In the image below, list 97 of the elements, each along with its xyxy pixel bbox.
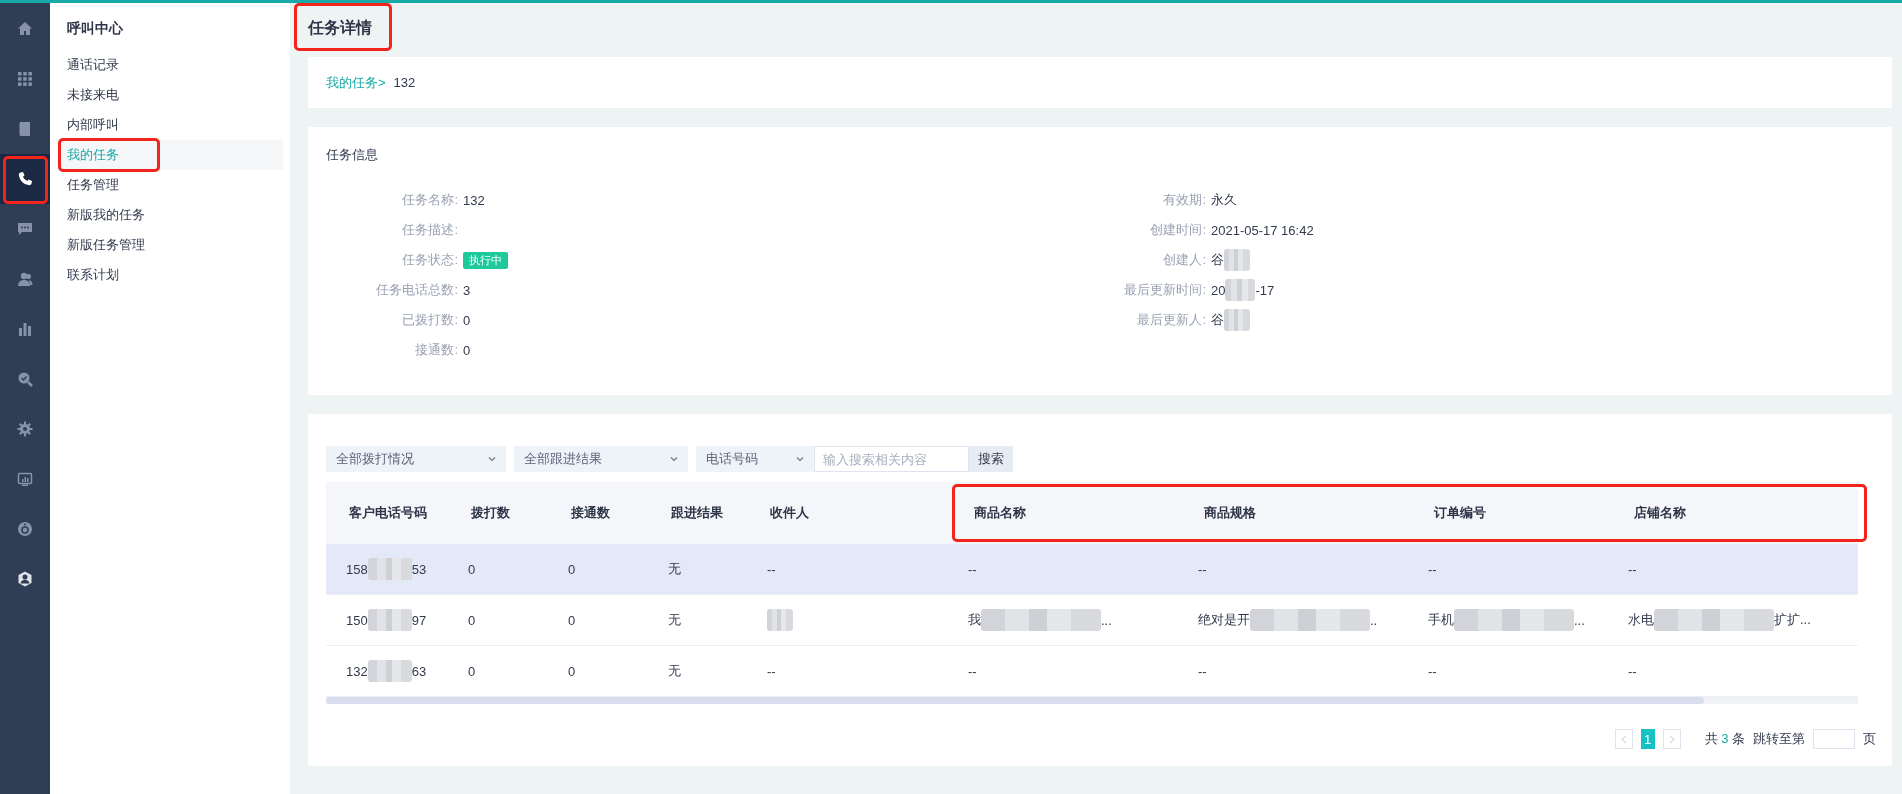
book-icon (17, 121, 33, 137)
table-cell: 0 (568, 561, 576, 577)
field-label: 最后更新时间: (1123, 281, 1207, 299)
home-icon (17, 21, 33, 37)
column-header: 订单编号 (1434, 504, 1487, 522)
gear-icon (17, 421, 33, 437)
sidebar-item[interactable]: 新版任务管理 (60, 230, 283, 260)
section-title: 任务信息 (326, 146, 379, 160)
field-value: 3 (463, 282, 471, 298)
table-cell: -- (968, 561, 977, 577)
table-cell: 0 (468, 612, 476, 628)
page-input[interactable] (1813, 729, 1855, 749)
chevron-right-icon (1668, 734, 1675, 744)
bar-chart-icon (17, 321, 33, 337)
table-cell: -- (1198, 561, 1207, 577)
filter-dropdown[interactable]: 全部拨打情况 (326, 446, 506, 472)
table-cell: 0 (468, 663, 476, 679)
table-cell: -- (968, 663, 977, 679)
phone-icon (17, 171, 33, 187)
field-value: 2021-05-17 16:42 (1211, 222, 1314, 238)
chevron-down-icon (796, 455, 804, 463)
field-label: 任务名称: (401, 191, 459, 209)
sidebar-item[interactable]: 未接来电 (60, 80, 283, 110)
table-cell: -- (767, 561, 776, 577)
sidebar-item[interactable]: 通话记录 (60, 50, 283, 80)
table-cell: 150 97 (346, 609, 427, 631)
page-unit: 页 (1863, 730, 1876, 748)
table-cell: 158 53 (346, 558, 427, 580)
table-cell: 绝对是开 .. (1198, 609, 1378, 631)
field-label: 已拨打数: (401, 311, 459, 329)
table-row[interactable]: 158 53 0 0 无 -- -- -- -- -- (326, 544, 1858, 595)
field-label: 创建人: (1162, 251, 1207, 269)
grid-icon (17, 71, 33, 87)
users-icon (17, 271, 33, 287)
search-field[interactable]: 输入搜索相关内容 (814, 446, 969, 472)
field-label: 任务电话总数: (375, 281, 459, 299)
table-cell: 0 (568, 663, 576, 679)
table-cell: -- (1628, 561, 1637, 577)
field-value: 永久 (1211, 191, 1237, 209)
table-cell: -- (767, 663, 776, 679)
field-label: 接通数: (414, 341, 459, 359)
table-cell: 水电 扩扩... (1628, 609, 1811, 631)
target-icon (17, 521, 33, 537)
column-header: 收件人 (770, 504, 810, 522)
table-cell: -- (1198, 663, 1207, 679)
field-value: 20 -17 (1211, 279, 1275, 301)
table-cell: 无 (668, 662, 681, 680)
column-header: 客户电话号码 (349, 504, 428, 522)
table-cell: 132 63 (346, 660, 427, 682)
field-value: 132 (463, 192, 485, 208)
field-label: 有效期: (1162, 191, 1207, 209)
chevron-down-icon (488, 455, 496, 463)
table-cell: -- (1428, 561, 1437, 577)
filter-dropdown[interactable]: 电话号码 (696, 446, 814, 472)
chat-icon (17, 221, 33, 237)
sidebar-item[interactable]: 新版我的任务 (60, 200, 283, 230)
field-label: 创建时间: (1149, 221, 1207, 239)
field-value: 0 (463, 342, 471, 358)
column-header: 跟进结果 (671, 504, 724, 522)
page-title: 任务详情 (308, 17, 373, 38)
table-cell: -- (1428, 663, 1437, 679)
field-label: 任务描述: (401, 221, 459, 239)
status-tag: 执行中 (463, 251, 508, 269)
table-cell: 无 (668, 560, 681, 578)
breadcrumb-current: 132 (393, 75, 416, 90)
table-cell: 我 ... (968, 609, 1112, 631)
jump-label: 跳转至第 (1753, 730, 1805, 748)
chevron-left-icon (1620, 734, 1627, 744)
field-value: 谷 (1211, 249, 1250, 271)
rail-button[interactable] (0, 154, 50, 204)
field-label: 最后更新人: (1136, 311, 1207, 329)
column-header: 拨打数 (471, 504, 511, 522)
column-header: 接通数 (571, 504, 611, 522)
sidebar-item[interactable]: 任务管理 (60, 170, 283, 200)
total-count: 共 3 条 (1704, 730, 1745, 748)
sidebar-item[interactable]: 内部呼叫 (60, 110, 283, 140)
sidebar-item[interactable]: 联系计划 (60, 260, 283, 290)
field-label: 任务状态: (401, 251, 459, 269)
highlight-frame (3, 156, 48, 204)
chevron-down-icon (670, 455, 678, 463)
user-icon (17, 571, 33, 587)
column-header: 店铺名称 (1634, 504, 1687, 522)
table-cell: 0 (468, 561, 476, 577)
filter-dropdown[interactable]: 全部跟进结果 (514, 446, 688, 472)
column-header: 商品规格 (1204, 504, 1257, 522)
table-cell: 手机 ... (1428, 609, 1585, 631)
column-header: 商品名称 (974, 504, 1027, 522)
search-button[interactable]: 搜索 (969, 446, 1013, 472)
field-value: 0 (463, 312, 471, 328)
sidebar-title: 呼叫中心 (66, 19, 124, 38)
monitor-icon (17, 471, 33, 487)
search-check-icon (17, 371, 33, 387)
table-cell: 无 (668, 611, 681, 629)
table-row[interactable]: 150 97 0 0 无 我 ... 绝对是开 .. 手机 ... 水电 扩扩... (326, 595, 1858, 646)
field-value: 谷 (1211, 309, 1250, 331)
table-cell: -- (1628, 663, 1637, 679)
table-cell: 0 (568, 612, 576, 628)
